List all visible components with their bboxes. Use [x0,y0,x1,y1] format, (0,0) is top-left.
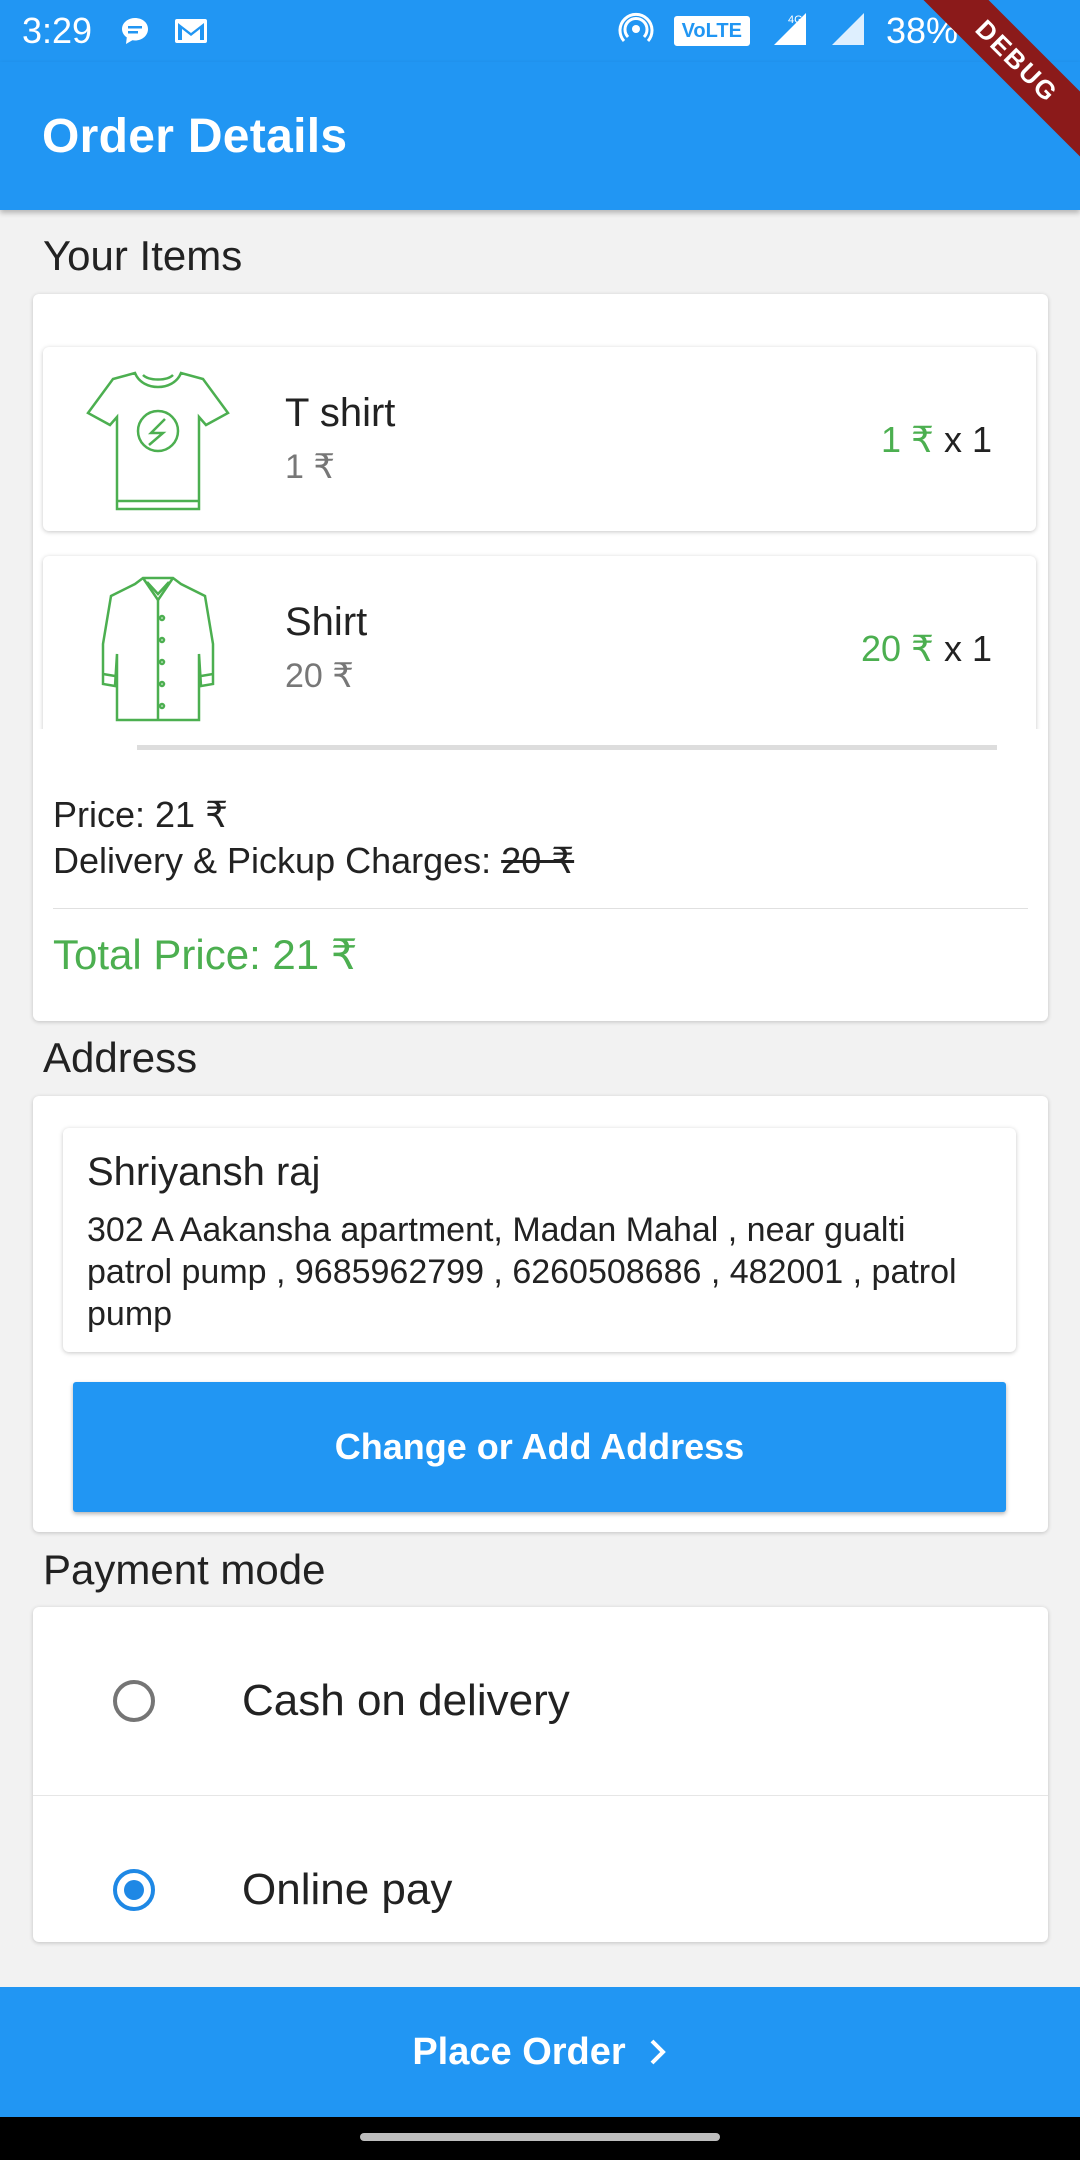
radio-cash[interactable] [113,1680,155,1722]
status-time: 3:29 [22,10,93,51]
item-quantity: 1 ₹ x 1 [881,419,992,461]
radio-online[interactable] [113,1869,155,1911]
address-details: Shriyansh raj 302 A Aakansha apartment, … [63,1128,1016,1352]
status-bar: 3:29 VoLTE 4G 38% [0,0,1080,62]
item-qty-text: x 1 [943,419,992,460]
price-line: Price: 21 ₹ [53,794,228,835]
message-icon [118,14,152,48]
hotspot-icon [618,11,654,52]
items-section-title: Your Items [43,232,243,279]
svg-text:4G: 4G [788,14,803,26]
tshirt-icon [83,365,233,515]
item-line-price: 1 ₹ [881,419,934,460]
item-quantity: 20 ₹ x 1 [861,628,992,670]
signal-4g-icon: 4G [770,11,810,52]
address-name: Shriyansh raj [87,1150,321,1194]
volte-badge: VoLTE [673,16,750,46]
shirt-icon [83,574,233,724]
gmail-icon [174,14,208,48]
chevron-right-icon [648,2037,668,2067]
address-card: Shriyansh raj 302 A Aakansha apartment, … [33,1096,1048,1532]
total-price: Total Price: 21 ₹ [53,931,358,978]
home-gesture-handle[interactable] [360,2133,720,2141]
delivery-value: 20 ₹ [501,840,575,881]
scroll-indicator [137,745,997,750]
change-address-button[interactable]: Change or Add Address [73,1382,1006,1512]
page-title: Order Details [42,109,348,163]
item-name: T shirt [285,391,396,435]
item-line-price: 20 ₹ [861,628,934,669]
signal-icon [830,11,866,52]
item-qty-text: x 1 [943,628,992,669]
delivery-label: Delivery & Pickup Charges: [53,840,502,881]
payment-section-title: Payment mode [43,1546,326,1593]
list-item[interactable]: T shirt 1 ₹ 1 ₹ x 1 [43,347,1036,531]
item-unit-price: 20 ₹ [285,657,354,695]
divider [53,908,1028,909]
payment-card: Cash on delivery Online pay [33,1607,1048,1942]
list-item[interactable]: Shirt 20 ₹ 20 ₹ x 1 [43,556,1036,729]
address-text: 302 A Aakansha apartment, Madan Mahal , … [87,1211,957,1333]
payment-option-label: Online pay [242,1865,453,1914]
place-order-label: Place Order [412,2030,626,2073]
payment-option-online[interactable]: Online pay [33,1796,1048,1984]
system-nav-bar [0,2117,1080,2160]
item-name: Shirt [285,600,368,644]
items-card: T shirt 1 ₹ 1 ₹ x 1 Shirt 20 ₹ 20 ₹ x 1 … [33,294,1048,1021]
app-bar: Order Details [0,62,1080,210]
item-unit-price: 1 ₹ [285,448,335,486]
place-order-button[interactable]: Place Order [0,1987,1080,2117]
items-list[interactable]: T shirt 1 ₹ 1 ₹ x 1 Shirt 20 ₹ 20 ₹ x 1 [33,334,1048,729]
payment-option-label: Cash on delivery [242,1676,570,1725]
address-section-title: Address [43,1034,198,1081]
payment-option-cash[interactable]: Cash on delivery [33,1607,1048,1795]
delivery-line: Delivery & Pickup Charges: 20 ₹ [53,840,574,882]
